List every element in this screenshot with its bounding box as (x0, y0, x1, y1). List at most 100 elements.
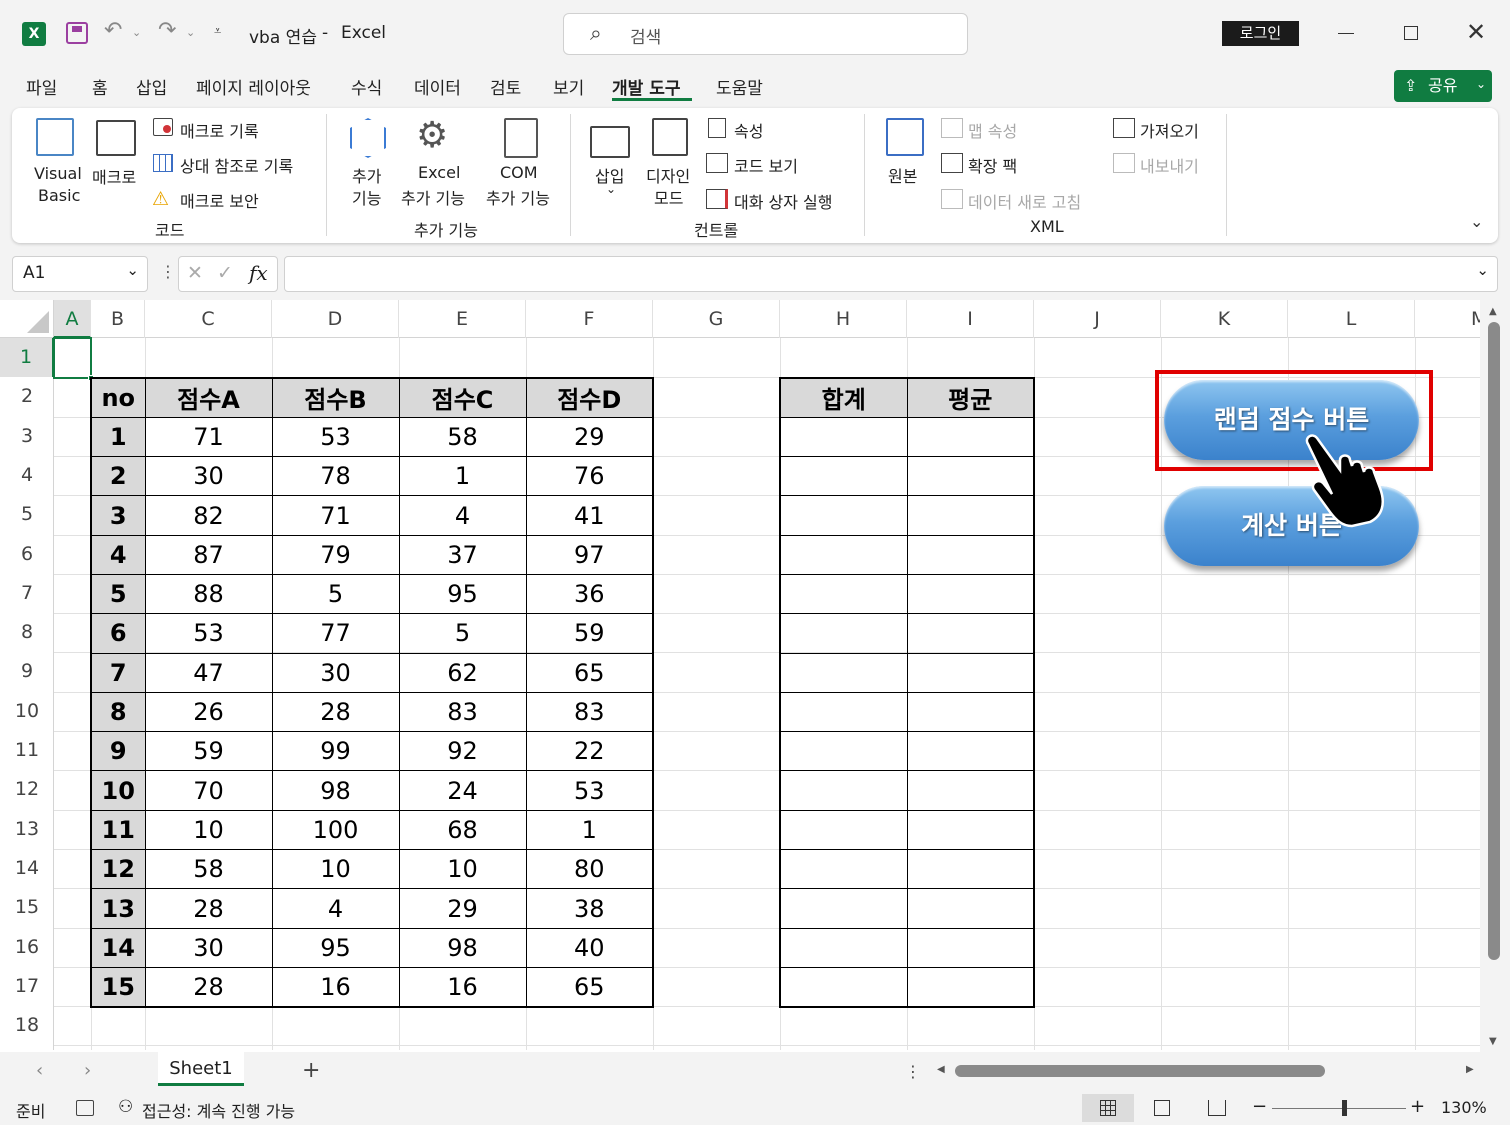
score-value-cell[interactable]: 38 (525, 888, 654, 929)
horizontal-scroll-thumb[interactable] (955, 1065, 1325, 1077)
score-value-cell[interactable]: 76 (525, 456, 654, 497)
row-header-18[interactable]: 18 (0, 1006, 54, 1045)
score-value-cell[interactable]: 79 (271, 534, 400, 575)
score-no-cell[interactable]: 7 (90, 652, 146, 693)
sum-cell[interactable] (779, 573, 908, 615)
score-value-cell[interactable]: 29 (398, 888, 527, 929)
score-value-cell[interactable]: 5 (271, 573, 400, 615)
score-value-cell[interactable]: 10 (271, 849, 400, 890)
score-value-cell[interactable]: 41 (525, 495, 654, 536)
column-header-b[interactable]: B (91, 300, 145, 338)
row-header-11[interactable]: 11 (0, 731, 54, 770)
select-all-corner[interactable] (0, 300, 54, 338)
tab-split-icon[interactable]: ⋮ (905, 1062, 921, 1081)
ribbon-collapse-icon[interactable]: ⌄ (1470, 212, 1483, 231)
tab-data[interactable]: 데이터 (414, 74, 461, 99)
score-value-cell[interactable]: 100 (271, 809, 400, 851)
score-value-cell[interactable]: 29 (525, 416, 654, 458)
tab-insert[interactable]: 삽입 (136, 74, 167, 99)
score-no-cell[interactable]: 8 (90, 691, 146, 733)
tab-view[interactable]: 보기 (553, 74, 584, 99)
score-value-cell[interactable]: 62 (398, 652, 527, 693)
visual-basic-label-2[interactable]: Basic (38, 186, 80, 205)
row-header-14[interactable]: 14 (0, 849, 54, 888)
column-header-m[interactable]: M (1415, 300, 1480, 338)
sum-cell[interactable] (779, 849, 908, 890)
row-header-8[interactable]: 8 (0, 613, 54, 652)
row-header-9[interactable]: 9 (0, 652, 54, 691)
sum-cell[interactable] (779, 888, 908, 929)
sum-cell[interactable] (779, 966, 908, 1008)
redo-dropdown-icon[interactable]: ⌄ (186, 26, 195, 39)
score-value-cell[interactable]: 80 (525, 849, 654, 890)
tab-review[interactable]: 검토 (490, 74, 521, 99)
excel-addins-label-2[interactable]: 추가 기능 (401, 185, 465, 209)
relative-reference-button[interactable]: 상대 참조로 기록 (180, 153, 293, 177)
zoom-out-icon[interactable]: − (1252, 1096, 1267, 1117)
score-value-cell[interactable]: 1 (398, 456, 527, 497)
macro-icon[interactable] (96, 120, 136, 156)
score-value-cell[interactable]: 65 (525, 652, 654, 693)
average-cell[interactable] (906, 573, 1035, 615)
properties-button[interactable]: 속성 (734, 118, 763, 142)
score-no-cell[interactable]: 2 (90, 456, 146, 497)
sum-cell[interactable] (779, 613, 908, 654)
score-value-cell[interactable]: 59 (144, 731, 273, 772)
column-header-f[interactable]: F (526, 300, 653, 338)
score-header-cell[interactable]: 점수C (398, 377, 527, 418)
cancel-icon[interactable]: ✕ (187, 262, 203, 284)
sum-cell[interactable] (779, 456, 908, 497)
column-header-g[interactable]: G (653, 300, 780, 338)
macro-security-button[interactable]: 매크로 보안 (180, 188, 259, 212)
score-value-cell[interactable]: 58 (398, 416, 527, 458)
search-box[interactable]: ⌕ 검색 (563, 13, 968, 55)
page-layout-view-icon[interactable] (1154, 1100, 1170, 1116)
vertical-scroll-thumb[interactable] (1488, 322, 1500, 960)
design-mode-label-1[interactable]: 디자인 (646, 163, 690, 187)
average-cell[interactable] (906, 849, 1035, 890)
average-cell[interactable] (906, 927, 1035, 968)
tab-home[interactable]: 홈 (92, 74, 108, 99)
column-header-i[interactable]: I (907, 300, 1034, 338)
score-value-cell[interactable]: 97 (525, 534, 654, 575)
login-button[interactable]: 로그인 (1222, 21, 1299, 46)
score-value-cell[interactable]: 30 (144, 456, 273, 497)
score-value-cell[interactable]: 87 (144, 534, 273, 575)
column-header-c[interactable]: C (145, 300, 272, 338)
run-dialog-button[interactable]: 대화 상자 실행 (734, 189, 833, 213)
accessibility-status[interactable]: 접근성: 계속 진행 가능 (142, 1098, 295, 1122)
row-header-1[interactable]: 1 (0, 338, 54, 378)
result-header-cell[interactable]: 합계 (779, 377, 908, 418)
tab-page-layout[interactable]: 페이지 레이아웃 (196, 74, 311, 99)
average-cell[interactable] (906, 770, 1035, 811)
score-no-cell[interactable]: 6 (90, 613, 146, 654)
score-value-cell[interactable]: 16 (398, 966, 527, 1008)
tab-developer[interactable]: 개발 도구 (612, 74, 680, 99)
design-mode-label-2[interactable]: 모드 (654, 185, 683, 209)
next-sheet-icon[interactable]: › (84, 1060, 91, 1081)
score-value-cell[interactable]: 28 (271, 691, 400, 733)
score-value-cell[interactable]: 4 (271, 888, 400, 929)
column-header-e[interactable]: E (399, 300, 526, 338)
macro-button[interactable]: 매크로 (92, 164, 136, 188)
sum-cell[interactable] (779, 927, 908, 968)
sum-cell[interactable] (779, 731, 908, 772)
com-addins-icon[interactable] (504, 118, 538, 158)
score-no-cell[interactable]: 9 (90, 731, 146, 772)
zoom-in-icon[interactable]: + (1410, 1096, 1425, 1117)
score-value-cell[interactable]: 16 (271, 966, 400, 1008)
score-no-cell[interactable]: 15 (90, 966, 146, 1008)
excel-logo-icon[interactable]: X (22, 22, 46, 46)
insert-controls-icon[interactable] (590, 126, 630, 158)
score-value-cell[interactable]: 30 (271, 652, 400, 693)
row-header-7[interactable]: 7 (0, 574, 54, 613)
row-header-4[interactable]: 4 (0, 456, 54, 495)
score-no-cell[interactable]: 10 (90, 770, 146, 811)
score-value-cell[interactable]: 5 (398, 613, 527, 654)
average-cell[interactable] (906, 416, 1035, 458)
insert-function-icon[interactable]: fx (249, 261, 268, 285)
row-header-16[interactable]: 16 (0, 928, 54, 967)
visual-basic-icon[interactable] (36, 118, 74, 156)
row-header-6[interactable]: 6 (0, 535, 54, 574)
record-macro-button[interactable]: 매크로 기록 (180, 118, 259, 142)
